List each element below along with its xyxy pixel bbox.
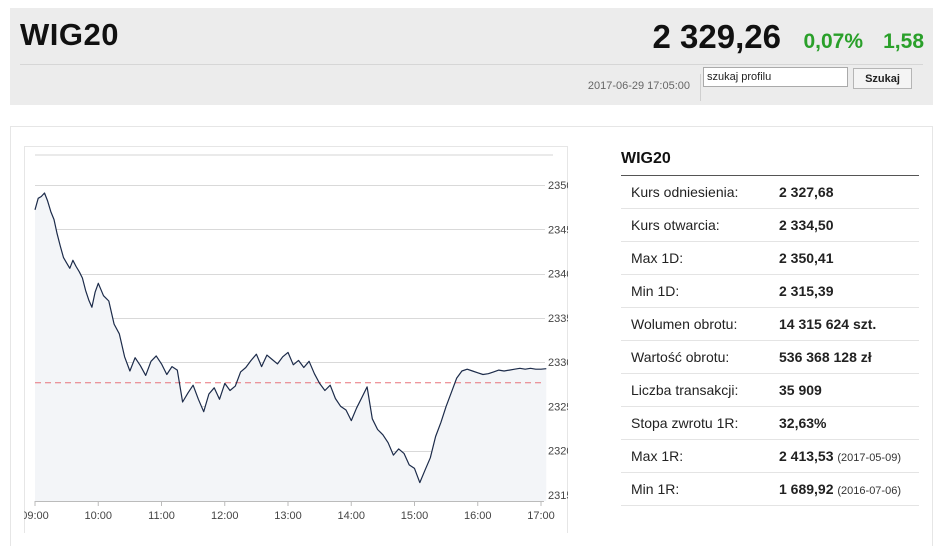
- stats-label: Max 1D:: [621, 241, 779, 275]
- stats-value: 2 413,53: [779, 448, 834, 464]
- stats-value: 35 909: [779, 382, 822, 398]
- stats-value-date: (2016-07-06): [837, 485, 901, 497]
- stats-value-cell: 14 315 624 szt.: [779, 307, 919, 341]
- search-button[interactable]: Szukaj: [853, 68, 912, 89]
- stats-table: Kurs odniesienia: 2 327,68 Kurs otwarcia: 2…: [621, 176, 919, 506]
- stats-value-cell: 1 689,92 (2016-07-06): [779, 472, 919, 506]
- stats-title: WIG20: [621, 150, 671, 167]
- x-tick-label: 11:00: [148, 510, 175, 522]
- stats-value: 32,63%: [779, 415, 827, 431]
- stats-label: Max 1R:: [621, 439, 779, 473]
- stats-row: Max 1D: 2 350,41: [621, 241, 919, 275]
- stats-row: Stopa zwrotu 1R: 32,63%: [621, 406, 919, 440]
- stats-value-cell: 2 413,53 (2017-05-09): [779, 439, 919, 473]
- stats-value-cell: 2 315,39: [779, 274, 919, 308]
- search-profile-input[interactable]: [703, 67, 848, 87]
- stats-value-cell: 2 334,50: [779, 208, 919, 242]
- stats-value: 14 315 624 szt.: [779, 316, 877, 332]
- intraday-chart: 2315,00 2320,00 2325,00 2330,00 2335,00 2340,…: [24, 154, 568, 522]
- quote-header: WIG20 2 329,26 0,07% 1,58 2017-06-29 17:…: [10, 8, 933, 105]
- quote-timestamp: 2017-06-29 17:05:00: [587, 80, 690, 92]
- change-percent: 0,07%: [803, 30, 863, 53]
- stats-label: Wolumen obrotu:: [621, 307, 779, 341]
- stats-value-cell: 2 350,41: [779, 241, 919, 275]
- stats-value: 536 368 128 zł: [779, 349, 872, 365]
- stats-label: Min 1D:: [621, 274, 779, 308]
- stats-row: Kurs odniesienia: 2 327,68: [621, 176, 919, 209]
- stats-row: Kurs otwarcia: 2 334,50: [621, 208, 919, 242]
- stats-label: Min 1R:: [621, 472, 779, 506]
- x-tick-label: 09:00: [24, 510, 49, 522]
- x-tick-label: 10:00: [84, 510, 112, 522]
- stats-value-cell: 2 327,68: [779, 176, 919, 209]
- y-tick-label: 2335,00: [548, 313, 568, 325]
- y-tick-label: 2350,00: [548, 180, 568, 192]
- y-tick-label: 2315,00: [548, 490, 568, 502]
- change-absolute: 1,58: [883, 30, 924, 53]
- stats-label: Wartość obrotu:: [621, 340, 779, 374]
- y-tick-label: 2345,00: [548, 224, 568, 236]
- stats-value-cell: 35 909: [779, 373, 919, 407]
- stats-label: Kurs odniesienia:: [621, 176, 779, 209]
- stats-value: 2 334,50: [779, 217, 834, 233]
- stats-value-cell: 32,63%: [779, 406, 919, 440]
- y-tick-label: 2325,00: [548, 401, 568, 413]
- index-price: 2 329,26: [652, 18, 781, 55]
- stats-value: 2 327,68: [779, 184, 834, 200]
- price-area: [35, 193, 547, 501]
- stats-value: 2 350,41: [779, 250, 834, 266]
- stats-value-cell: 536 368 128 zł: [779, 340, 919, 374]
- x-tick-label: 15:00: [401, 510, 429, 522]
- y-tick-label: 2340,00: [548, 269, 568, 281]
- x-tick-label: 17:00: [527, 510, 555, 522]
- x-axis-labels: 09:00 10:00 11:00 12:00 13:00 14:00 15:00 16:00…: [24, 501, 555, 522]
- x-tick-label: 14:00: [337, 510, 365, 522]
- stats-row: Min 1R: 1 689,92 (2016-07-06): [621, 472, 919, 506]
- x-tick-label: 16:00: [464, 510, 492, 522]
- stats-row: Wartość obrotu: 536 368 128 zł: [621, 340, 919, 374]
- stats-row: Liczba transakcji: 35 909: [621, 373, 919, 407]
- stats-label: Stopa zwrotu 1R:: [621, 406, 779, 440]
- stats-row: Min 1D: 2 315,39: [621, 274, 919, 308]
- index-title: WIG20: [20, 17, 119, 52]
- header-separator: [700, 74, 701, 101]
- header-divider: [20, 64, 923, 65]
- stats-label: Kurs otwarcia:: [621, 208, 779, 242]
- y-axis-labels: 2315,00 2320,00 2325,00 2330,00 2335,00 2340,…: [548, 180, 568, 502]
- stats-value: 2 315,39: [779, 283, 834, 299]
- stats-value: 1 689,92: [779, 481, 834, 497]
- x-tick-label: 12:00: [211, 510, 239, 522]
- x-tick-label: 13:00: [274, 510, 302, 522]
- stats-label: Liczba transakcji:: [621, 373, 779, 407]
- y-tick-label: 2330,00: [548, 357, 568, 369]
- y-tick-label: 2320,00: [548, 446, 568, 458]
- stats-row: Max 1R: 2 413,53 (2017-05-09): [621, 439, 919, 473]
- stats-row: Wolumen obrotu: 14 315 624 szt.: [621, 307, 919, 341]
- stats-value-date: (2017-05-09): [837, 452, 901, 464]
